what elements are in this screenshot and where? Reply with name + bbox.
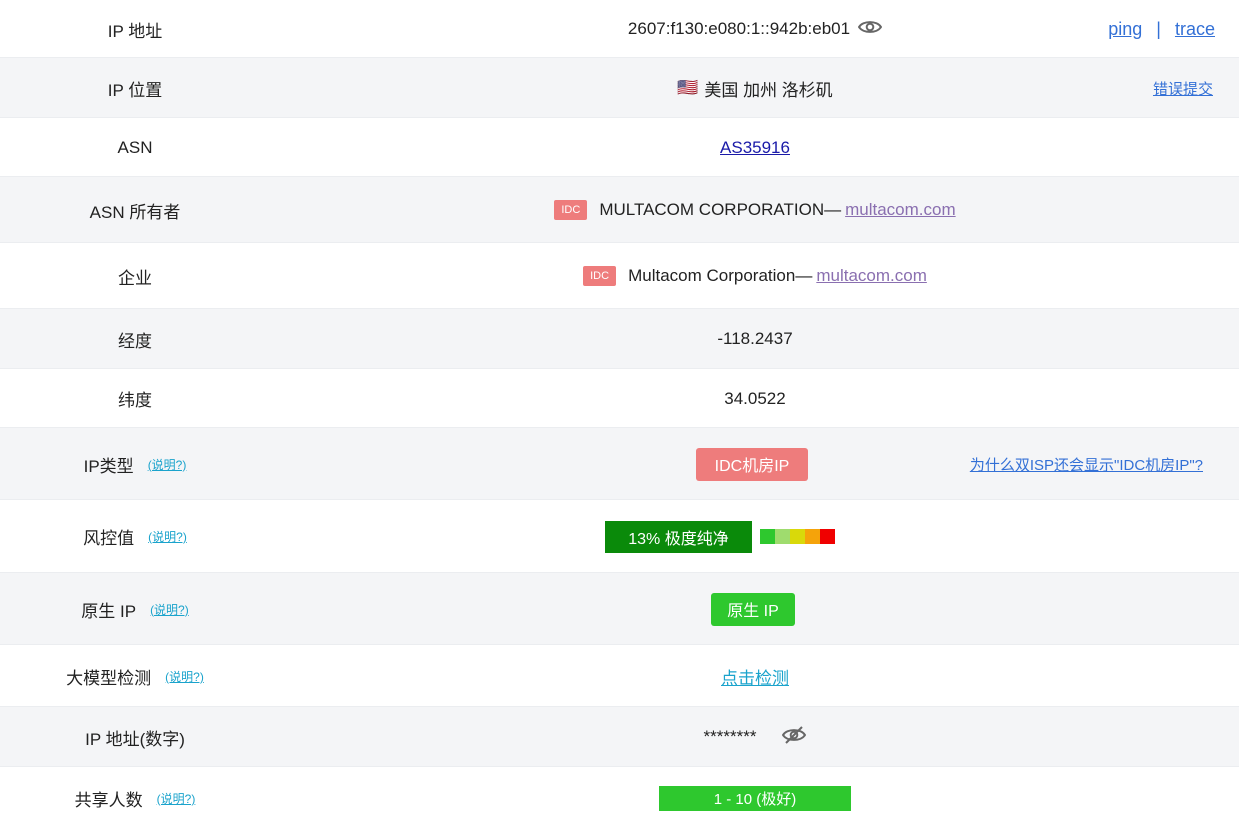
row-asn-owner: ASN 所有者 IDC MULTACOM CORPORATION— multac… [0, 177, 1239, 243]
risk-label-cell: 风控值 (说明?) [0, 500, 270, 573]
ip-tools: ping | trace [1108, 0, 1215, 58]
row-native-ip: 原生 IP (说明?) 原生 IP [0, 573, 1239, 645]
idc-tag: IDC [554, 200, 588, 220]
idc-tag: IDC [583, 266, 617, 286]
ip-address-value: 2607:f130:e080:1::942b:eb01 [627, 19, 851, 38]
asn-owner-cell: IDC MULTACOM CORPORATION— multacom.com [271, 177, 1239, 243]
row-ip-type: IP类型 (说明?) IDC机房IP 为什么双ISP还会显示"IDC机房IP"? [0, 428, 1239, 500]
risk-label: 风控值 [83, 529, 135, 548]
ip-number-cell: ******** [271, 707, 1239, 767]
risk-score-badge: 13% 极度纯净 [605, 520, 752, 553]
row-company: 企业 IDC Multacom Corporation— multacom.co… [0, 243, 1239, 309]
shared-users-badge: 1 - 10 (极好) [659, 785, 851, 811]
longitude-value: -118.2437 [717, 329, 793, 348]
ip-number-value: ******** [703, 727, 757, 746]
risk-cell: 13% 极度纯净 [271, 500, 1239, 573]
shared-help-link[interactable]: (说明?) [157, 790, 196, 807]
link-separator: | [1156, 18, 1161, 39]
ip-type-label: IP类型 [83, 456, 134, 476]
latitude-value: 34.0522 [724, 388, 786, 408]
llm-label-cell: 大模型检测 (说明?) [0, 645, 270, 707]
eye-off-icon[interactable] [782, 725, 807, 750]
native-cell: 原生 IP [271, 573, 1239, 645]
risk-scale [760, 529, 835, 544]
longitude-label: 经度 [118, 331, 152, 351]
eye-icon[interactable] [857, 19, 883, 40]
row-asn: ASN AS35916 [0, 118, 1239, 177]
risk-scale-segment [805, 529, 820, 544]
company-label: 企业 [118, 268, 152, 288]
risk-help-link[interactable]: (说明?) [148, 528, 187, 545]
row-ip-location: IP 位置 🇺🇸 美国 加州 洛杉矶 错误提交 [0, 58, 1239, 118]
row-risk: 风控值 (说明?) 13% 极度纯净 [0, 500, 1239, 573]
llm-label: 大模型检测 [66, 668, 152, 688]
why-area: 为什么双ISP还会显示"IDC机房IP"? [970, 428, 1203, 500]
risk-scale-segment [775, 529, 790, 544]
latitude-label: 纬度 [118, 391, 152, 410]
ip-type-help-link[interactable]: (说明?) [148, 456, 187, 473]
asn-owner-label: ASN 所有者 [89, 202, 181, 222]
ip-type-badge: IDC机房IP [696, 447, 808, 481]
trace-link[interactable]: trace [1175, 19, 1215, 40]
row-latitude: 纬度 34.0522 [0, 369, 1239, 428]
asn-label: ASN [117, 137, 153, 157]
asn-cell: AS35916 [271, 118, 1239, 177]
ip-location-label: IP 位置 [107, 80, 163, 100]
us-flag-icon: 🇺🇸 [677, 78, 699, 97]
row-ip-address: IP 地址 2607:f130:e080:1::942b:eb01 ping |… [0, 0, 1239, 58]
risk-scale-segment [790, 529, 805, 544]
ping-link[interactable]: ping [1108, 19, 1142, 40]
native-label: 原生 IP [81, 601, 137, 621]
llm-cell: 点击检测 [271, 645, 1239, 707]
ip-location-value: 美国 加州 洛杉矶 [704, 80, 833, 100]
row-ip-number: IP 地址(数字) ******** [0, 707, 1239, 767]
native-label-cell: 原生 IP (说明?) [0, 573, 270, 645]
risk-scale-segment [760, 529, 775, 544]
shared-label-cell: 共享人数 (说明?) [0, 767, 270, 829]
ip-address-cell: 2607:f130:e080:1::942b:eb01 [271, 0, 1239, 58]
shared-cell: 1 - 10 (极好) [271, 767, 1239, 829]
asn-link[interactable]: AS35916 [720, 138, 790, 158]
why-idc-link[interactable]: 为什么双ISP还会显示"IDC机房IP"? [970, 454, 1203, 475]
asn-owner-site-link[interactable]: multacom.com [845, 200, 956, 220]
ip-address-label: IP 地址 [107, 21, 163, 41]
company-cell: IDC Multacom Corporation— multacom.com [271, 243, 1239, 309]
company-name: Multacom Corporation— [628, 266, 813, 285]
ip-type-label-cell: IP类型 (说明?) [0, 428, 270, 500]
llm-help-link[interactable]: (说明?) [165, 668, 204, 685]
report-area: 错误提交 [1153, 58, 1213, 118]
latitude-cell: 34.0522 [271, 369, 1239, 428]
shared-label: 共享人数 [74, 790, 143, 810]
llm-detect-link[interactable]: 点击检测 [721, 664, 789, 689]
native-ip-badge: 原生 IP [711, 592, 795, 626]
ip-number-label: IP 地址(数字) [85, 729, 185, 749]
row-longitude: 经度 -118.2437 [0, 309, 1239, 369]
row-llm-detect: 大模型检测 (说明?) 点击检测 [0, 645, 1239, 707]
ip-location-cell: 🇺🇸 美国 加州 洛杉矶 [271, 58, 1239, 118]
asn-owner-name: MULTACOM CORPORATION— [599, 200, 842, 219]
risk-scale-segment [820, 529, 835, 544]
row-shared-users: 共享人数 (说明?) 1 - 10 (极好) [0, 767, 1239, 829]
native-help-link[interactable]: (说明?) [150, 601, 189, 618]
company-site-link[interactable]: multacom.com [816, 266, 927, 286]
report-error-link[interactable]: 错误提交 [1153, 78, 1213, 99]
longitude-cell: -118.2437 [271, 309, 1239, 369]
